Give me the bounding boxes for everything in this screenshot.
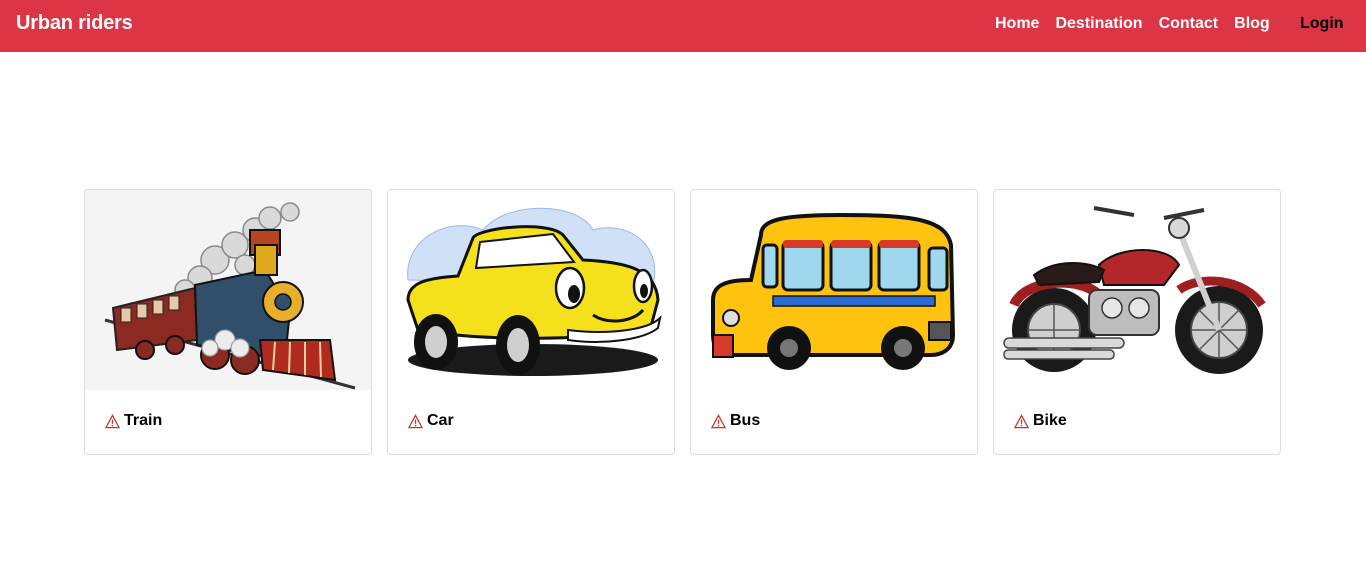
car-image bbox=[388, 190, 674, 390]
card-body: Bike bbox=[994, 390, 1280, 454]
warning-icon bbox=[105, 414, 120, 429]
warning-icon bbox=[1014, 414, 1029, 429]
card-body: Train bbox=[85, 390, 371, 454]
bike-image bbox=[994, 190, 1280, 390]
card-title: Car bbox=[427, 412, 454, 429]
vehicle-cards: Train Car Bus Bike bbox=[84, 189, 1281, 455]
warning-icon bbox=[711, 414, 726, 429]
card-title: Bus bbox=[730, 412, 761, 429]
card-bus[interactable]: Bus bbox=[690, 189, 978, 455]
card-title: Train bbox=[124, 412, 163, 429]
card-title: Bike bbox=[1033, 412, 1067, 429]
nav-link-destination[interactable]: Destination bbox=[1055, 15, 1142, 33]
warning-icon bbox=[408, 414, 423, 429]
train-image bbox=[85, 190, 371, 390]
login-link[interactable]: Login bbox=[1300, 15, 1344, 33]
card-body: Car bbox=[388, 390, 674, 454]
brand-logo[interactable]: Urban riders bbox=[16, 12, 133, 35]
card-body: Bus bbox=[691, 390, 977, 454]
nav-link-contact[interactable]: Contact bbox=[1159, 15, 1219, 33]
card-car[interactable]: Car bbox=[387, 189, 675, 455]
card-bike[interactable]: Bike bbox=[993, 189, 1281, 455]
navbar: Urban riders Home Destination Contact Bl… bbox=[0, 0, 1366, 52]
nav-links: Home Destination Contact Blog bbox=[995, 15, 1286, 33]
nav-link-blog[interactable]: Blog bbox=[1234, 15, 1270, 33]
card-train[interactable]: Train bbox=[84, 189, 372, 455]
nav-link-home[interactable]: Home bbox=[995, 15, 1039, 33]
bus-image bbox=[691, 190, 977, 390]
